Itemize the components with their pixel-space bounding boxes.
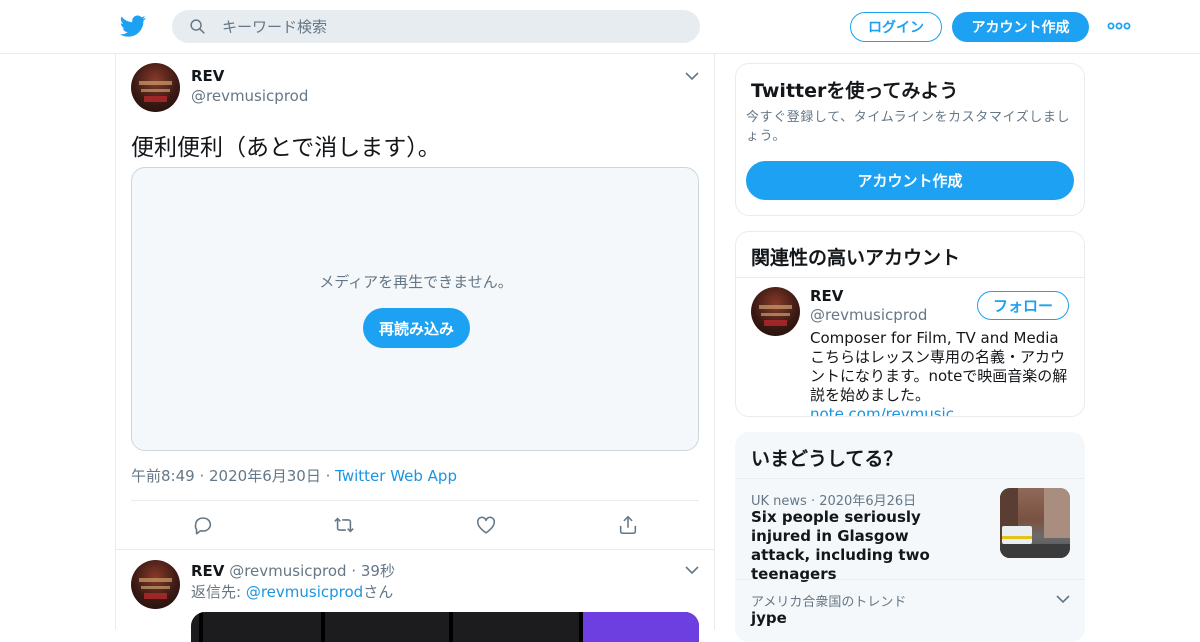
reply-to-label: 返信先: — [191, 583, 246, 601]
related-account-bio: Composer for Film, TV and Media こちらはレッスン… — [810, 329, 1072, 416]
divider — [736, 579, 1084, 580]
divider — [131, 500, 699, 501]
follow-button[interactable]: フォロー — [977, 291, 1069, 320]
reply-author-handle[interactable]: @revmusicprod — [229, 562, 346, 580]
search-input[interactable] — [222, 10, 682, 43]
trends-card-title: いまどうしてる？ — [751, 448, 903, 470]
reply-media-thumbnail[interactable] — [191, 612, 699, 642]
news-headline[interactable]: Six people seriously injured in Glasgow … — [751, 508, 966, 584]
trends-card: いまどうしてる？ UK news · 2020年6月26日 Six people… — [735, 432, 1085, 642]
search-bar — [172, 10, 700, 43]
tweet-metadata: 午前8:49 · 2020年6月30日 · Twitter Web App — [131, 467, 457, 485]
retweet-icon[interactable] — [333, 514, 355, 536]
like-heart-icon[interactable] — [475, 514, 497, 536]
reply-to-suffix: さん — [363, 583, 394, 601]
chevron-down-icon[interactable] — [685, 566, 699, 575]
twitter-bird-logo-icon[interactable] — [120, 13, 146, 39]
media-container: メディアを再生できません。 再読み込み — [131, 167, 699, 451]
trend-term[interactable]: jype — [751, 609, 787, 627]
avatar[interactable] — [131, 63, 180, 112]
related-accounts-card: 関連性の高いアカウント REV @revmusicprod フォロー Compo… — [735, 231, 1085, 417]
reload-button[interactable]: 再読み込み — [363, 308, 470, 348]
signup-card: Twitterを使ってみよう 今すぐ登録して、タイムラインをカスタマイズしましょ… — [735, 63, 1085, 216]
more-options-icon[interactable] — [1107, 19, 1131, 33]
signup-card-button[interactable]: アカウント作成 — [746, 161, 1074, 200]
reply-icon[interactable] — [192, 514, 214, 536]
avatar[interactable] — [131, 560, 180, 609]
signup-card-subtitle: 今すぐ登録して、タイムラインをカスタマイズしましょう。 — [746, 110, 1071, 144]
search-icon — [190, 19, 205, 34]
bio-text: Composer for Film, TV and Media こちらはレッスン… — [810, 329, 1068, 404]
tweet-author-name[interactable]: REV — [191, 67, 224, 85]
signup-button[interactable]: アカウント作成 — [952, 12, 1089, 42]
signup-card-title: Twitterを使ってみよう — [751, 80, 959, 102]
main-timeline-column: REV @revmusicprod 便利便利（あとで消します）。 メディアを再生… — [115, 54, 715, 642]
reply-age[interactable]: 39秒 — [361, 562, 395, 580]
divider — [736, 478, 1084, 479]
related-account-handle[interactable]: @revmusicprod — [810, 306, 927, 324]
news-thumbnail-image[interactable] — [1000, 488, 1070, 558]
chevron-down-icon[interactable] — [685, 72, 699, 81]
reply-to-line: 返信先: @revmusicprodさん — [191, 581, 393, 602]
login-button[interactable]: ログイン — [850, 12, 942, 42]
news-date: 2020年6月26日 — [819, 494, 917, 509]
bio-link[interactable]: note.com/revmusic — [810, 405, 954, 416]
tweet-date[interactable]: 2020年6月30日 — [209, 467, 321, 485]
reply-tweet-header: REV @revmusicprod · 39秒 — [191, 562, 395, 580]
reply-to-link[interactable]: @revmusicprod — [246, 583, 363, 601]
avatar[interactable] — [751, 287, 800, 336]
divider — [116, 549, 714, 550]
reply-author-name[interactable]: REV — [191, 562, 224, 580]
top-nav-bar: ログイン アカウント作成 — [0, 0, 1200, 54]
chevron-down-icon[interactable] — [1056, 595, 1070, 604]
related-card-title: 関連性の高いアカウント — [751, 247, 961, 269]
related-account-name[interactable]: REV — [810, 287, 843, 305]
tweet-text: 便利便利（あとで消します）。 — [131, 135, 441, 161]
tweet-source-app[interactable]: Twitter Web App — [335, 467, 457, 485]
media-error-message: メディアを再生できません。 — [319, 273, 513, 291]
tweet-time[interactable]: 午前8:49 — [131, 467, 195, 485]
news-source: UK news — [751, 494, 807, 509]
news-meta: UK news · 2020年6月26日 — [751, 494, 917, 509]
share-icon[interactable] — [617, 514, 639, 536]
trend-location: アメリカ合衆国のトレンド — [751, 595, 907, 610]
divider — [736, 277, 1084, 278]
tweet-author-handle[interactable]: @revmusicprod — [191, 87, 308, 105]
